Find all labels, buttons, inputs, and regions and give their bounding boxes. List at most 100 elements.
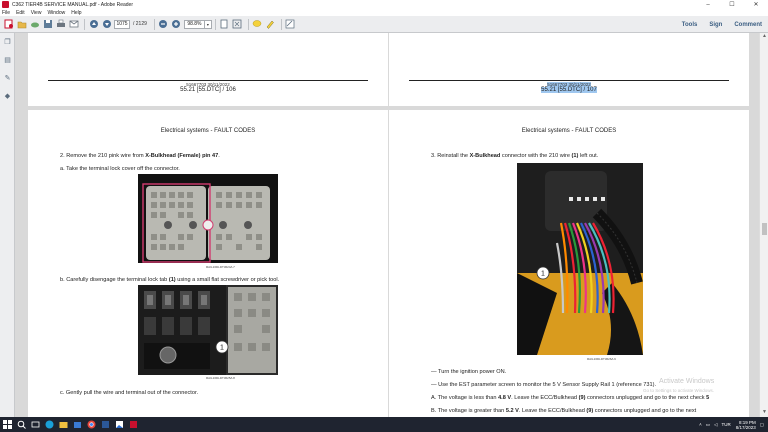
sign-button[interactable]: Sign [709, 22, 722, 28]
instruction-est-monitor: — Use the EST parameter screen to monito… [431, 382, 656, 388]
zoom-dropdown-icon[interactable]: ▾ [204, 19, 212, 29]
option-b-text: B. The voltage is greater than 5.2 V. Le… [431, 408, 697, 414]
tools-button[interactable]: Tools [682, 22, 698, 28]
acrobat-taskbar-icon[interactable] [126, 417, 140, 432]
scroll-up-icon[interactable]: ▲ [760, 33, 768, 41]
section-heading: Electrical systems - FAULT CODES [160, 128, 256, 134]
zoom-level-input[interactable]: 98.8% [183, 19, 205, 29]
photos-icon[interactable] [112, 417, 126, 432]
start-icon[interactable] [0, 417, 14, 432]
file-explorer-icon[interactable] [56, 417, 70, 432]
save-icon[interactable] [42, 19, 53, 30]
callout-label: 1 [220, 345, 224, 352]
system-tray: ˄ ▭ ◁ TUR 8:19 PM 8/17/2023 ▢ [695, 417, 764, 432]
page-107-bottom: 51667703 30/11/2022 55.21 [55.DTC] / 107 [389, 33, 749, 106]
clock[interactable]: 8:19 PM 8/17/2023 [736, 420, 756, 430]
footer-rule [48, 80, 368, 81]
create-pdf-icon[interactable] [3, 19, 14, 30]
step-b-text: b. Carefully disengage the terminal lock… [60, 277, 280, 283]
page-number-input[interactable]: 1075 [114, 19, 130, 29]
zoom-in-icon[interactable] [171, 19, 182, 30]
instruction-ignition: — Turn the ignition power ON. [431, 369, 507, 375]
toolbar-separator [280, 18, 282, 30]
chrome-icon[interactable] [84, 417, 98, 432]
page-108: Electrical systems - FAULT CODES 3. Rein… [389, 110, 749, 417]
maximize-button[interactable]: ☐ [720, 0, 744, 9]
volume-icon[interactable]: ◁ [714, 422, 717, 428]
menu-view[interactable]: View [31, 10, 42, 16]
minimize-button[interactable]: – [696, 0, 720, 9]
menu-help[interactable]: Help [71, 10, 81, 16]
task-view-icon[interactable] [28, 417, 42, 432]
reinstalled-connector-photo: 1 [517, 163, 643, 355]
cloud-icon[interactable] [29, 19, 40, 30]
toolbar: 1075 / 2129 98.8% ▾ Tools Sign Comment [0, 16, 768, 33]
previous-page-icon[interactable] [88, 19, 99, 30]
toolbar-separator [153, 18, 155, 30]
word-icon[interactable] [98, 417, 112, 432]
step-2-text: 2. Remove the 210 pink wire from X-Bulkh… [60, 153, 220, 159]
toolbar-right-panel: Tools Sign Comment [676, 16, 768, 33]
sign-tool-icon[interactable] [285, 19, 296, 30]
edge-icon[interactable] [42, 417, 56, 432]
comment-button[interactable]: Comment [734, 22, 762, 28]
store-icon[interactable] [70, 417, 84, 432]
step-c-text: c. Gently pull the wire and terminal out… [60, 390, 199, 396]
email-icon[interactable] [68, 19, 79, 30]
open-folder-icon[interactable] [16, 19, 27, 30]
toolbar-separator [84, 18, 85, 30]
full-screen-icon[interactable] [232, 19, 243, 30]
callout-label: 1 [541, 271, 545, 278]
vertical-scrollbar[interactable]: ▲ ▼ [759, 33, 768, 417]
print-icon[interactable] [55, 19, 66, 30]
image-caption: RAIL16DLDT3626A 9 [587, 357, 616, 361]
next-page-icon[interactable] [101, 19, 112, 30]
zoom-out-icon[interactable] [158, 19, 169, 30]
network-icon[interactable]: ▭ [706, 422, 710, 428]
window-title: C362 TIER4B SERVICE MANUAL.pdf - Adobe R… [12, 1, 133, 8]
notifications-icon[interactable]: ▢ [760, 422, 764, 428]
close-button[interactable]: ✕ [744, 0, 768, 9]
step-a-text: a. Take the terminal lock cover off the … [60, 166, 180, 172]
footer-page-ref: 55.21 [55.DTC] / 107 [541, 87, 597, 93]
highlight-icon[interactable] [265, 19, 276, 30]
activate-windows-subtext: Go to Settings to activate Windows. [643, 388, 715, 393]
step-3-text: 3. Reinstall the X-Bulkhead connector wi… [431, 153, 599, 159]
adobe-reader-window: C362 TIER4B SERVICE MANUAL.pdf - Adobe R… [0, 0, 768, 432]
document-view[interactable]: 51667703 30/11/2022 55.21 [55.DTC] / 106… [15, 33, 759, 417]
page-107: Electrical systems - FAULT CODES 2. Remo… [28, 110, 388, 417]
windows-taskbar: ˄ ▭ ◁ TUR 8:19 PM 8/17/2023 ▢ [0, 417, 768, 432]
page-total: / 2129 [133, 21, 147, 27]
footer-page-ref: 55.21 [55.DTC] / 106 [180, 87, 236, 93]
keyboard-language[interactable]: TUR [721, 422, 730, 427]
title-bar: C362 TIER4B SERVICE MANUAL.pdf - Adobe R… [0, 0, 768, 9]
layers-icon[interactable]: ◆ [3, 91, 12, 100]
fit-page-icon[interactable] [219, 19, 230, 30]
connector-face-photo [138, 174, 278, 263]
footer-rule [409, 80, 729, 81]
page-106-bottom: 51667703 30/11/2022 55.21 [55.DTC] / 106 [28, 33, 388, 106]
menu-window[interactable]: Window [47, 10, 65, 16]
navigation-pane: ❐ ▤ ✎ ◆ [0, 33, 15, 417]
menu-edit[interactable]: Edit [16, 10, 25, 16]
activate-windows-watermark: Activate Windows [659, 378, 715, 385]
adobe-reader-icon [2, 1, 9, 8]
option-a-text: A. The voltage is less than 4.8 V. Leave… [431, 395, 710, 401]
terminal-lock-photo: 1 [138, 285, 278, 375]
toolbar-separator [247, 18, 249, 30]
scrollbar-thumb[interactable] [762, 223, 767, 235]
menu-bar: File Edit View Window Help [0, 9, 768, 16]
clock-date: 8/17/2023 [735, 424, 756, 430]
menu-file[interactable]: File [2, 10, 10, 16]
image-caption: RAIL16DLDT3624A 7 [206, 265, 235, 269]
attachments-icon[interactable]: ✎ [3, 73, 12, 82]
search-icon[interactable] [14, 417, 28, 432]
bookmarks-icon[interactable]: ▤ [3, 55, 12, 64]
scroll-down-icon[interactable]: ▼ [760, 409, 768, 417]
toolbar-separator [214, 18, 216, 30]
page-thumbnails-icon[interactable]: ❐ [3, 37, 12, 46]
tray-up-arrow-icon[interactable]: ˄ [699, 422, 702, 427]
section-heading: Electrical systems - FAULT CODES [521, 128, 617, 134]
comment-bubble-icon[interactable] [252, 19, 263, 30]
image-caption: RAIL16DLDT3625A 8 [206, 376, 235, 380]
